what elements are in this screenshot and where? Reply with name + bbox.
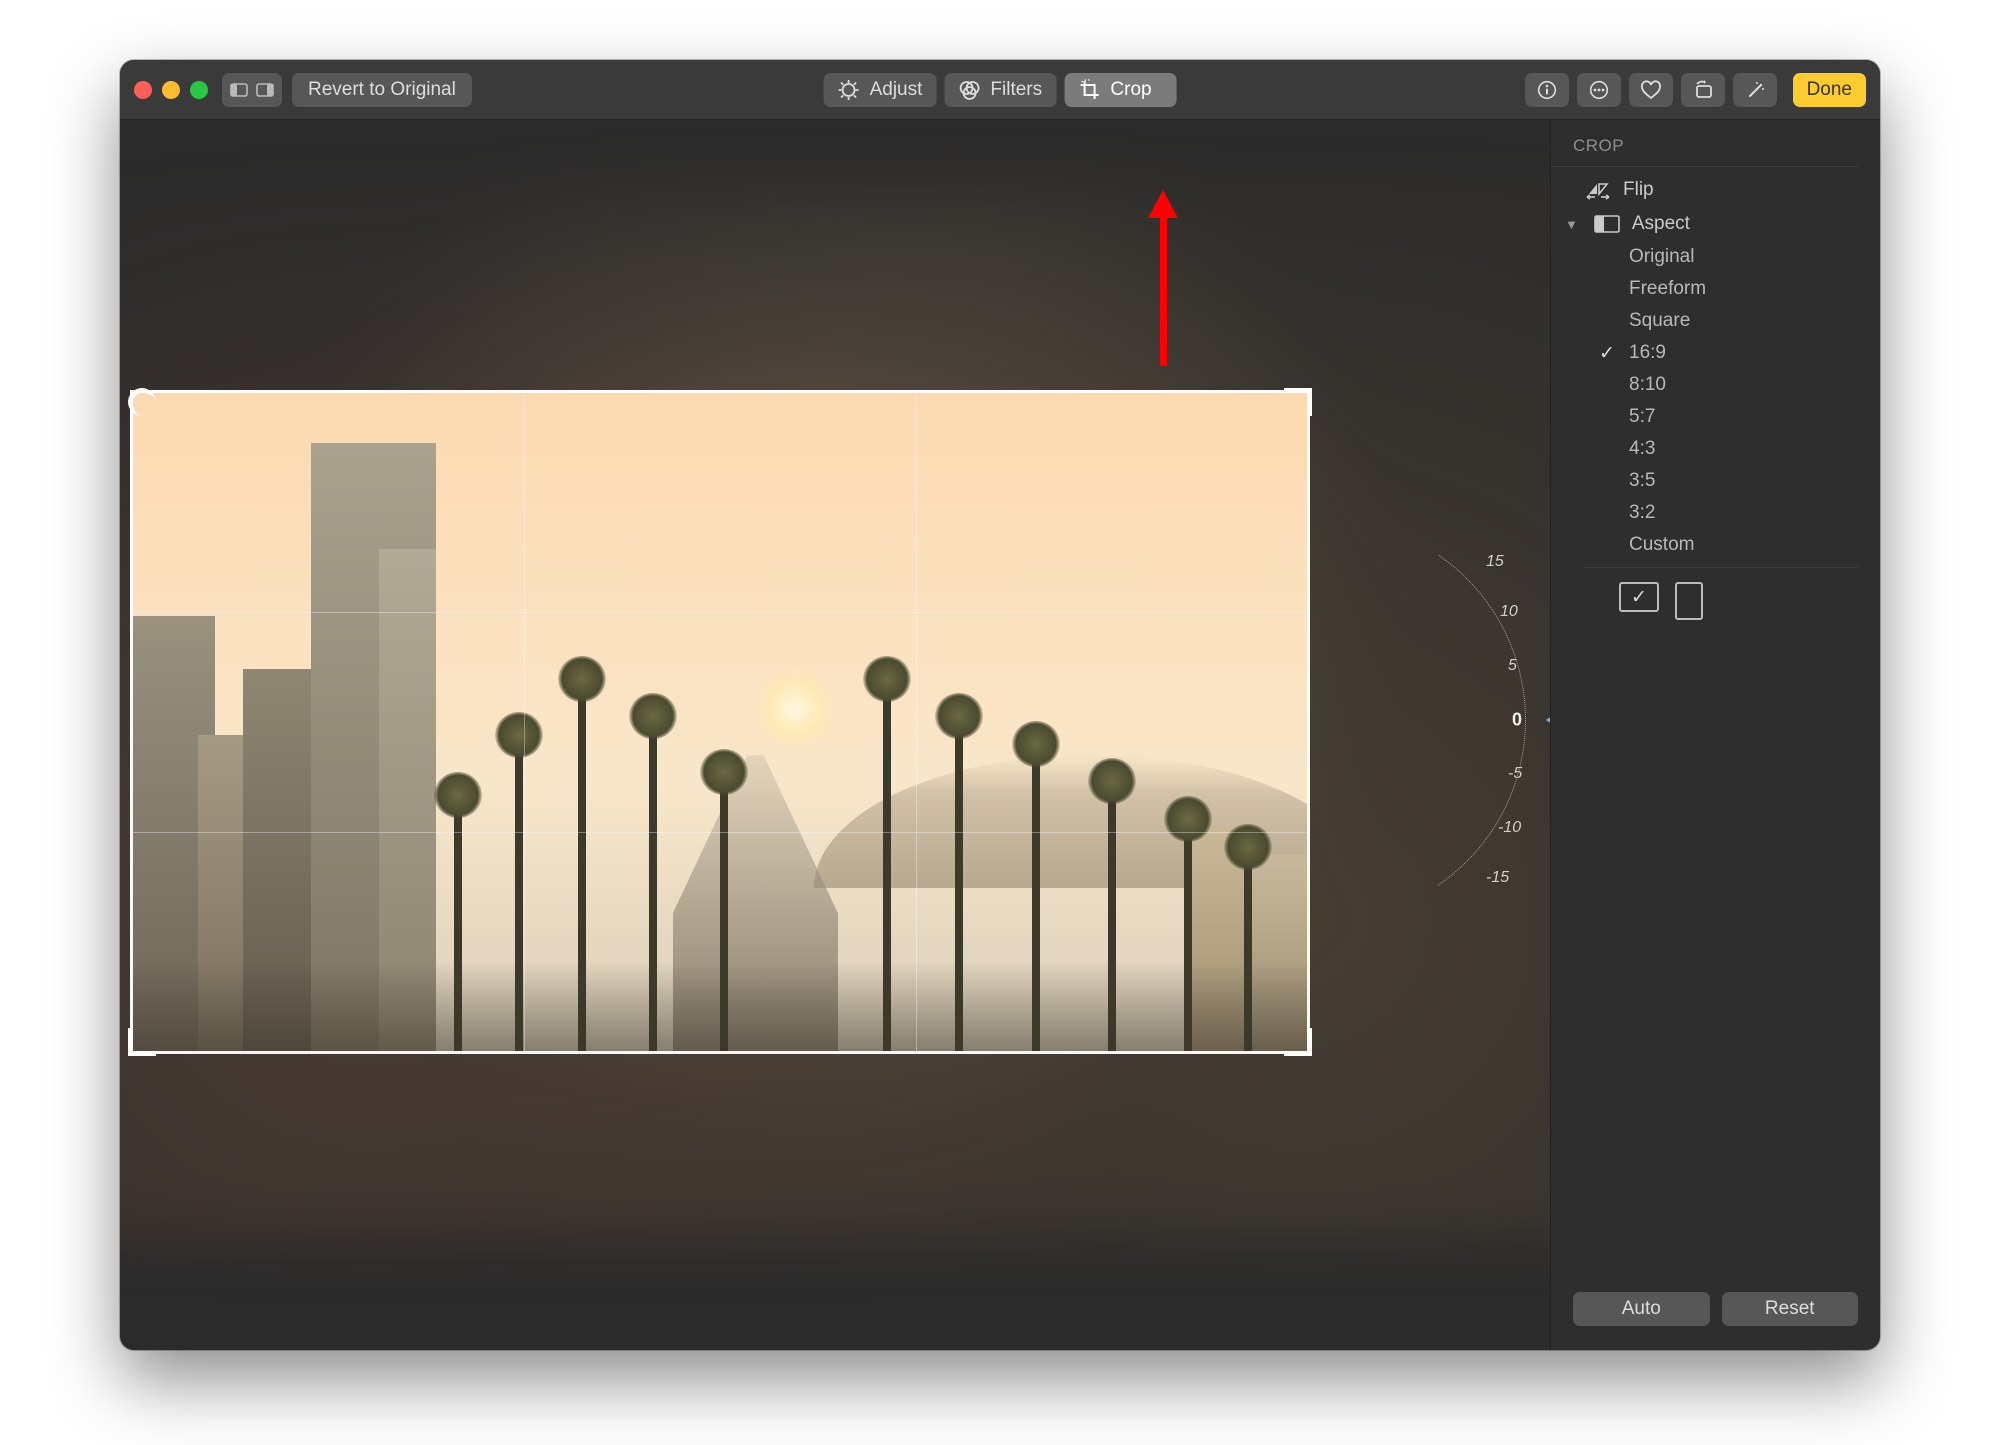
dial-tick: -10 bbox=[1498, 819, 1521, 837]
aspect-item-8-10[interactable]: 8:10 bbox=[1629, 371, 1880, 399]
filters-icon bbox=[958, 79, 980, 101]
auto-label: Auto bbox=[1622, 1298, 1661, 1320]
revert-label: Revert to Original bbox=[308, 79, 456, 101]
canvas[interactable]: 15 10 5 0 -5 -10 -15 bbox=[120, 120, 1550, 1350]
rotate-icon bbox=[1692, 80, 1714, 100]
aspect-item-square[interactable]: Square bbox=[1629, 307, 1880, 335]
disclosure-triangle-icon[interactable]: ▼ bbox=[1565, 217, 1578, 232]
tab-crop-label: Crop bbox=[1110, 79, 1151, 101]
fullscreen-window-button[interactable] bbox=[190, 81, 208, 99]
tab-filters[interactable]: Filters bbox=[944, 73, 1056, 107]
dial-tick: -15 bbox=[1486, 869, 1509, 887]
info-button[interactable] bbox=[1525, 73, 1569, 107]
checkmark-icon: ✓ bbox=[1599, 342, 1615, 365]
auto-button[interactable]: Auto bbox=[1573, 1292, 1710, 1326]
sidebar-hide-icon[interactable] bbox=[226, 77, 252, 103]
aspect-item-16-9[interactable]: ✓16:9 bbox=[1629, 339, 1880, 367]
info-icon bbox=[1537, 80, 1557, 100]
crop-icon bbox=[1078, 79, 1100, 101]
window-controls bbox=[134, 81, 208, 99]
ellipsis-icon bbox=[1589, 80, 1609, 100]
aspect-option[interactable]: ▼ Aspect bbox=[1551, 207, 1880, 241]
edit-mode-tabs: Adjust Filters Crop bbox=[824, 73, 1177, 107]
toolbar: Revert to Original Adjust Filters bbox=[120, 60, 1880, 120]
aspect-label: Aspect bbox=[1632, 213, 1690, 235]
aspect-item-3-2[interactable]: 3:2 bbox=[1629, 499, 1880, 527]
sidebar-show-icon[interactable] bbox=[252, 77, 278, 103]
orientation-landscape[interactable]: ✓ bbox=[1619, 582, 1659, 612]
minimize-window-button[interactable] bbox=[162, 81, 180, 99]
reset-button[interactable]: Reset bbox=[1722, 1292, 1859, 1326]
crop-frame[interactable] bbox=[130, 390, 1310, 1054]
magic-wand-icon bbox=[1744, 80, 1766, 100]
aspect-item-3-5[interactable]: 3:5 bbox=[1629, 467, 1880, 495]
dial-tick: -5 bbox=[1508, 765, 1522, 783]
done-label: Done bbox=[1807, 79, 1852, 101]
crop-sidebar: CROP Flip ▼ Aspect Original Free bbox=[1550, 120, 1880, 1350]
aspect-icon bbox=[1594, 215, 1620, 233]
orientation-toggle: ✓ bbox=[1551, 582, 1880, 620]
dial-pointer-icon bbox=[1546, 712, 1550, 728]
tab-crop[interactable]: Crop bbox=[1064, 73, 1176, 107]
dial-tick: 10 bbox=[1500, 603, 1518, 621]
toolbar-right: Done bbox=[1525, 73, 1866, 107]
adjust-icon bbox=[838, 79, 860, 101]
sidebar-separator bbox=[1585, 567, 1858, 568]
heart-icon bbox=[1640, 80, 1662, 100]
photos-edit-window: Revert to Original Adjust Filters bbox=[120, 60, 1880, 1350]
flip-icon bbox=[1585, 180, 1611, 200]
aspect-item-freeform[interactable]: Freeform bbox=[1629, 275, 1880, 303]
sidebar-footer: Auto Reset bbox=[1551, 1292, 1880, 1350]
dial-tick: 5 bbox=[1508, 657, 1517, 675]
rotate-button[interactable] bbox=[1681, 73, 1725, 107]
aspect-item-5-7[interactable]: 5:7 bbox=[1629, 403, 1880, 431]
tab-adjust-label: Adjust bbox=[870, 79, 923, 101]
aspect-item-original[interactable]: Original bbox=[1629, 243, 1880, 271]
orientation-portrait[interactable] bbox=[1675, 582, 1703, 620]
sidebar-view-segmented[interactable] bbox=[222, 73, 282, 107]
annotation-arrow bbox=[1148, 190, 1178, 370]
dial-ticks: 15 10 5 0 -5 -10 -15 bbox=[1446, 540, 1550, 900]
checkmark-icon: ✓ bbox=[1631, 586, 1647, 609]
aspect-item-custom[interactable]: Custom bbox=[1629, 531, 1880, 559]
done-button[interactable]: Done bbox=[1793, 73, 1866, 107]
tab-filters-label: Filters bbox=[990, 79, 1042, 101]
favorite-button[interactable] bbox=[1629, 73, 1673, 107]
aspect-item-4-3[interactable]: 4:3 bbox=[1629, 435, 1880, 463]
dial-tick: 15 bbox=[1486, 553, 1504, 571]
tab-adjust[interactable]: Adjust bbox=[824, 73, 937, 107]
flip-option[interactable]: Flip bbox=[1551, 173, 1880, 207]
dial-tick-zero: 0 bbox=[1512, 710, 1522, 731]
sidebar-title: CROP bbox=[1551, 120, 1858, 167]
auto-enhance-button[interactable] bbox=[1733, 73, 1777, 107]
photo-preview bbox=[130, 390, 1310, 1054]
more-button[interactable] bbox=[1577, 73, 1621, 107]
flip-label: Flip bbox=[1623, 179, 1654, 201]
aspect-list: Original Freeform Square ✓16:9 8:10 5:7 … bbox=[1551, 243, 1880, 559]
rotation-dial[interactable]: 15 10 5 0 -5 -10 -15 bbox=[1446, 540, 1550, 900]
close-window-button[interactable] bbox=[134, 81, 152, 99]
reset-label: Reset bbox=[1765, 1298, 1815, 1320]
revert-button[interactable]: Revert to Original bbox=[292, 73, 472, 107]
